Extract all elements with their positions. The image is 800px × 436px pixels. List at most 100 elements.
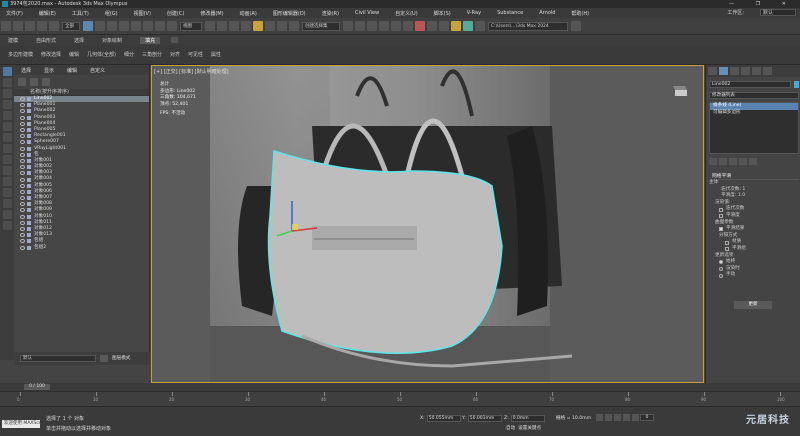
display-spacewarps-icon[interactable] xyxy=(2,133,12,142)
selection-filter-dropdown[interactable]: 全部 xyxy=(62,21,80,31)
render-setup-icon[interactable] xyxy=(427,21,437,31)
mirror-icon[interactable] xyxy=(343,21,353,31)
link-icon[interactable] xyxy=(25,21,35,31)
render-production-icon[interactable] xyxy=(451,21,461,31)
reference-coord-dropdown[interactable]: 视图 xyxy=(180,21,202,31)
visibility-eye-icon[interactable] xyxy=(20,177,25,182)
folder-icon[interactable] xyxy=(571,21,581,31)
menu-help[interactable]: 帮助(H) xyxy=(571,10,589,17)
ribbon-group-subdivision[interactable]: 细分 xyxy=(124,51,134,58)
select-by-name-icon[interactable] xyxy=(95,21,105,31)
display-bones-icon[interactable] xyxy=(2,166,12,175)
keyboard-shortcut-icon[interactable] xyxy=(229,21,239,31)
ribbon-group-modify-sel[interactable]: 修改选择 xyxy=(41,51,61,58)
menu-group[interactable]: 组(G) xyxy=(105,10,118,17)
snaps-toggle-icon[interactable] xyxy=(241,21,251,31)
coord-y-field[interactable]: 50.001mm xyxy=(467,415,502,422)
pin-stack-icon[interactable] xyxy=(709,158,717,165)
time-slider-thumb[interactable]: 0 / 100 xyxy=(24,384,50,390)
unlink-icon[interactable] xyxy=(37,21,47,31)
show-end-result-icon[interactable] xyxy=(719,158,727,165)
menu-file[interactable]: 文件(F) xyxy=(6,10,23,17)
display-xrefs-icon[interactable] xyxy=(2,155,12,164)
visibility-eye-icon[interactable] xyxy=(20,97,25,102)
display-groups-icon[interactable] xyxy=(2,144,12,153)
render-iterations-check[interactable]: 迭代次数 xyxy=(709,206,799,213)
bind-space-warp-icon[interactable] xyxy=(49,21,59,31)
display-all-icon[interactable] xyxy=(2,177,12,186)
undo-icon[interactable] xyxy=(1,21,11,31)
place-icon[interactable] xyxy=(167,21,177,31)
object-name-field[interactable]: Line002 xyxy=(709,81,791,88)
vray-icon[interactable] xyxy=(463,21,473,31)
make-unique-icon[interactable] xyxy=(729,158,737,165)
goto-start-icon[interactable] xyxy=(596,414,603,421)
select-object-icon[interactable] xyxy=(83,21,93,31)
sync-selection-icon[interactable] xyxy=(2,221,12,230)
material-editor-icon[interactable] xyxy=(415,21,425,31)
display-helpers-icon[interactable] xyxy=(2,122,12,131)
explorer-tab-display[interactable]: 显示 xyxy=(44,67,54,74)
stack-item-editable-poly[interactable]: 可编辑多边形 xyxy=(710,110,798,117)
hierarchy-tab-icon[interactable] xyxy=(730,67,739,75)
pivot-icon[interactable] xyxy=(205,21,215,31)
menu-edit[interactable]: 编辑(E) xyxy=(39,10,56,17)
menu-arnold[interactable]: Arnold xyxy=(539,10,555,16)
visibility-eye-icon[interactable] xyxy=(20,146,25,151)
rendered-frame-icon[interactable] xyxy=(439,21,449,31)
visibility-eye-icon[interactable] xyxy=(20,128,25,133)
modifier-list-dropdown[interactable]: 修改器列表 xyxy=(709,92,799,99)
layer-explorer-icon[interactable] xyxy=(367,21,377,31)
menu-tools[interactable]: 工具(T) xyxy=(72,10,89,17)
ribbon-group-edit[interactable]: 编辑 xyxy=(69,51,79,58)
window-controls[interactable]: — ❐ ✕ xyxy=(729,0,796,8)
ribbon-group-properties[interactable]: 属性 xyxy=(211,51,221,58)
visibility-eye-icon[interactable] xyxy=(20,233,25,238)
ribbon-tab-freeform[interactable]: 自由形式 xyxy=(36,37,56,44)
object-color-swatch[interactable] xyxy=(794,81,799,88)
menu-views[interactable]: 视图(V) xyxy=(134,10,151,17)
coord-z-field[interactable]: 0.0mm xyxy=(510,415,545,422)
play-icon[interactable] xyxy=(614,414,621,421)
select-icon[interactable] xyxy=(2,67,12,76)
viewcube-icon[interactable] xyxy=(669,82,689,98)
redo-icon[interactable] xyxy=(13,21,23,31)
display-cameras-icon[interactable] xyxy=(2,111,12,120)
update-button[interactable]: 更新 xyxy=(734,301,772,309)
rect-selection-icon[interactable] xyxy=(107,21,117,31)
explorer-tab-edit[interactable]: 编辑 xyxy=(67,67,77,74)
spinner-snap-icon[interactable] xyxy=(277,21,287,31)
angle-snap-icon[interactable] xyxy=(253,21,263,31)
materials-check[interactable]: 材质 xyxy=(709,239,799,246)
ribbon-tab-selection[interactable]: 选择 xyxy=(74,37,84,44)
toggle-ribbon-icon[interactable] xyxy=(379,21,389,31)
time-slider[interactable]: 0 / 100 xyxy=(0,383,800,391)
visibility-eye-icon[interactable] xyxy=(20,140,25,145)
select-manipulate-icon[interactable] xyxy=(217,21,227,31)
explorer-tab-customize[interactable]: 自定义 xyxy=(90,67,105,74)
percent-snap-icon[interactable] xyxy=(265,21,275,31)
configure-sets-icon[interactable] xyxy=(749,158,757,165)
selected-bag-mesh[interactable] xyxy=(267,149,503,355)
visibility-eye-icon[interactable] xyxy=(20,109,25,114)
current-frame-field[interactable]: 0 xyxy=(640,414,654,421)
coord-x-field[interactable]: 50.055mm xyxy=(426,415,461,422)
visibility-eye-icon[interactable] xyxy=(20,196,25,201)
ribbon-group-visibility[interactable]: 可见性 xyxy=(188,51,203,58)
visibility-eye-icon[interactable] xyxy=(20,220,25,225)
visibility-eye-icon[interactable] xyxy=(20,239,25,244)
align-icon[interactable] xyxy=(355,21,365,31)
visibility-eye-icon[interactable] xyxy=(20,103,25,108)
rotate-icon[interactable] xyxy=(143,21,153,31)
visibility-eye-icon[interactable] xyxy=(20,208,25,213)
menu-rendering[interactable]: 渲染(R) xyxy=(322,10,339,17)
ribbon-options-icon[interactable] xyxy=(171,37,179,43)
menu-animation[interactable]: 动画(A) xyxy=(240,10,257,17)
menu-civil-view[interactable]: Civil View xyxy=(355,10,379,16)
visibility-eye-icon[interactable] xyxy=(20,171,25,176)
perspective-viewport[interactable]: [+] [正交] [标准] [默认明暗处理] 总计 多边形: Line002 三… xyxy=(151,65,704,383)
track-bar[interactable]: 0 10 20 30 40 50 60 70 80 90 100 xyxy=(0,391,800,406)
scale-icon[interactable] xyxy=(155,21,165,31)
project-path-field[interactable]: C:\Users\...\3ds Max 2024 xyxy=(488,21,568,31)
menu-create[interactable]: 创建(C) xyxy=(167,10,184,17)
